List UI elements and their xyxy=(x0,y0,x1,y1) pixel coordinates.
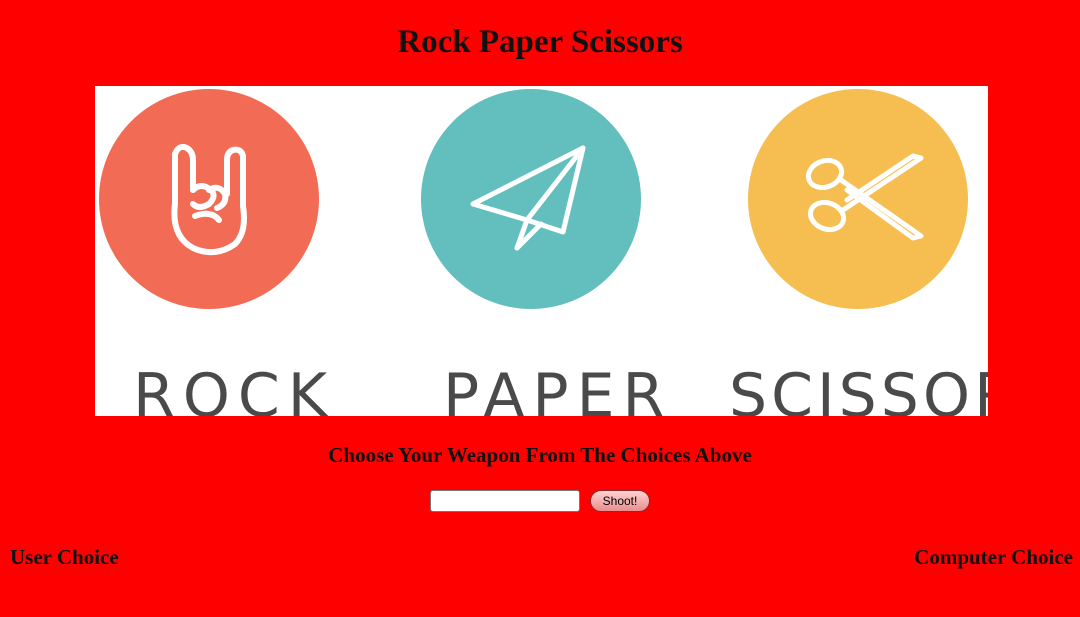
rock-label: ROCK xyxy=(133,361,335,416)
page: Rock Paper Scissors ROCK PAPER SCISSO Ch… xyxy=(0,0,1080,617)
rock-circle xyxy=(99,89,319,309)
weapon-input[interactable] xyxy=(429,490,580,512)
computer-choice-label: Computer Choice xyxy=(914,545,1073,569)
shoot-button[interactable]: Shoot! xyxy=(589,490,651,512)
weapon-form: Shoot! xyxy=(0,490,1080,512)
paper-label: PAPER xyxy=(443,361,672,416)
rock-weapon: ROCK xyxy=(99,89,335,416)
instruction-text: Choose Your Weapon From The Choices Abov… xyxy=(328,443,752,467)
scissors-weapon: SCISSORS xyxy=(729,89,988,416)
page-title: Rock Paper Scissors xyxy=(397,24,683,60)
user-choice-label: User Choice xyxy=(10,545,119,569)
scissors-label: SCISSORS xyxy=(729,361,988,416)
weapons-banner-image: ROCK PAPER SCISSO xyxy=(95,86,988,416)
paper-circle xyxy=(421,89,641,309)
paper-weapon: PAPER xyxy=(421,89,672,416)
